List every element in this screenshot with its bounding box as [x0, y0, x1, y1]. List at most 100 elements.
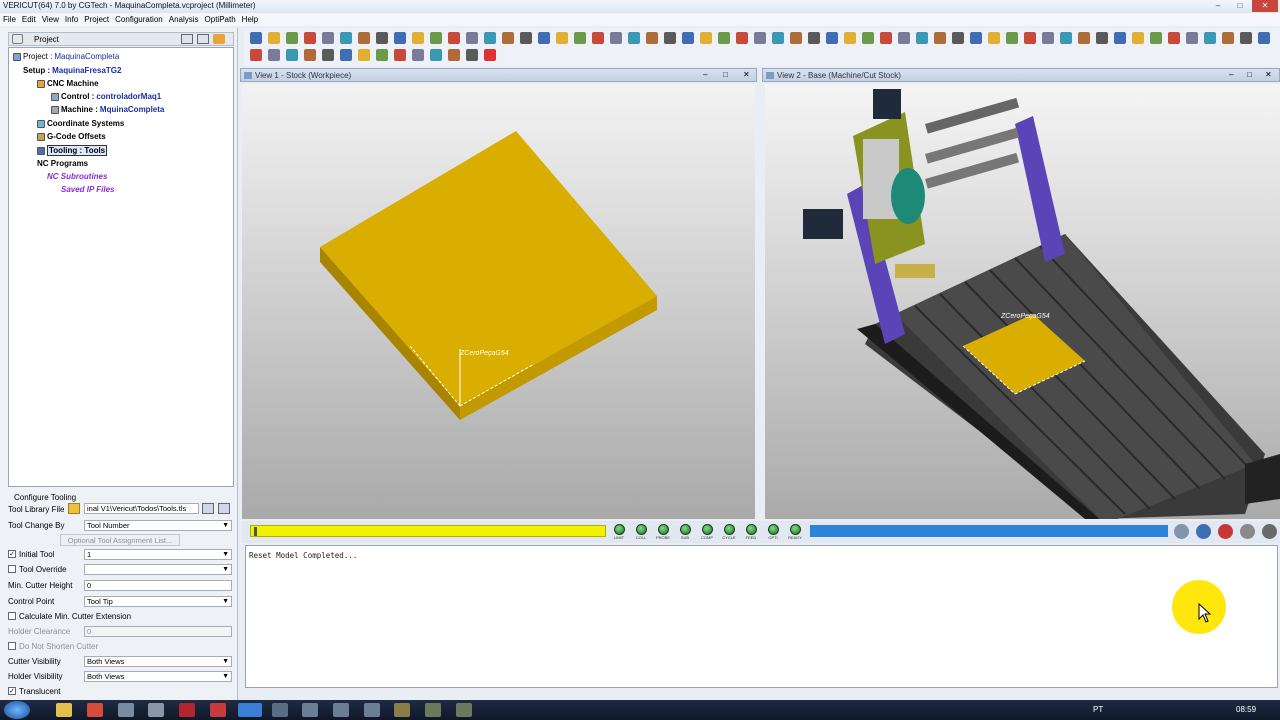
toolbar-button[interactable] — [916, 32, 928, 44]
app-taskbar-icon[interactable] — [118, 703, 134, 717]
toolbar-button[interactable] — [412, 32, 424, 44]
app-taskbar-icon[interactable] — [456, 703, 472, 717]
app-taskbar-icon[interactable] — [272, 703, 288, 717]
menu-info[interactable]: Info — [62, 13, 81, 26]
toolbar-button[interactable] — [268, 49, 280, 61]
progress-slider-handle[interactable] — [254, 527, 257, 536]
toolbar-button[interactable] — [250, 32, 262, 44]
step-icon[interactable] — [1196, 524, 1211, 539]
toolbar-button[interactable] — [1240, 32, 1252, 44]
toolbar-button[interactable] — [610, 32, 622, 44]
menu-help[interactable]: Help — [239, 13, 261, 26]
vericut-taskbar-icon[interactable] — [238, 703, 262, 717]
language-indicator[interactable]: PT — [1093, 705, 1103, 714]
view1-maximize-button[interactable]: □ — [723, 70, 728, 79]
toolbar-button[interactable] — [898, 32, 910, 44]
toolbar-button[interactable] — [952, 32, 964, 44]
toolbar-button[interactable] — [988, 32, 1000, 44]
view1-minimize-button[interactable]: – — [703, 70, 707, 79]
toolbar-button[interactable] — [880, 32, 892, 44]
toolbar-button[interactable] — [286, 32, 298, 44]
menu-optipath[interactable]: OptiPath — [202, 13, 239, 26]
toolbar-button[interactable] — [466, 32, 478, 44]
toolbar-button[interactable] — [430, 49, 442, 61]
toolbar-button[interactable] — [862, 32, 874, 44]
stop-icon[interactable] — [1218, 524, 1233, 539]
tree-item-setup[interactable]: Setup : MaquinaFresaTG2 — [23, 66, 121, 75]
app-taskbar-icon[interactable] — [148, 703, 164, 717]
play-to-icon[interactable] — [1240, 524, 1255, 539]
toolbar-button[interactable] — [394, 32, 406, 44]
app-taskbar-icon[interactable] — [302, 703, 318, 717]
toolbar-button[interactable] — [448, 49, 460, 61]
probe-indicator[interactable]: PROBE — [656, 524, 670, 540]
save-file-icon[interactable] — [202, 503, 214, 514]
toolbar-button[interactable] — [484, 32, 496, 44]
tree-item-nc-subroutines[interactable]: NC Subroutines — [47, 172, 107, 181]
toolbar-button[interactable] — [520, 32, 532, 44]
toolbar-button[interactable] — [1078, 32, 1090, 44]
tree-item-gcode-offsets[interactable]: G-Code Offsets — [37, 132, 106, 141]
rewind-icon[interactable] — [1174, 524, 1189, 539]
project-back-icon[interactable] — [12, 34, 23, 44]
menu-file[interactable]: File — [0, 13, 19, 26]
toolbar-button[interactable] — [1168, 32, 1180, 44]
tree-layout-icon[interactable] — [181, 34, 193, 44]
settings-icon[interactable] — [197, 34, 209, 44]
do-not-shorten-checkbox[interactable] — [8, 642, 16, 650]
toolbar-button[interactable] — [574, 32, 586, 44]
toolbar-button[interactable] — [322, 49, 334, 61]
app-taskbar-icon[interactable] — [333, 703, 349, 717]
toolbar-button[interactable] — [1186, 32, 1198, 44]
toolbar-button[interactable] — [430, 32, 442, 44]
toolbar-button[interactable] — [1024, 32, 1036, 44]
toolbar-button[interactable] — [394, 49, 406, 61]
toolbar-button[interactable] — [700, 32, 712, 44]
menu-configuration[interactable]: Configuration — [112, 13, 166, 26]
tool-change-by-select[interactable]: Tool Number ▼ — [84, 520, 232, 531]
tool-override-select[interactable]: ▼ — [84, 564, 232, 575]
toolbar-button[interactable] — [754, 32, 766, 44]
toolbar-button[interactable] — [970, 32, 982, 44]
toolbar-button[interactable] — [790, 32, 802, 44]
open-folder-icon[interactable] — [68, 503, 80, 514]
toolbar-button[interactable] — [1258, 32, 1270, 44]
app-taskbar-icon[interactable] — [425, 703, 441, 717]
toolbar-button[interactable] — [376, 49, 388, 61]
tree-item-saved-ip-files[interactable]: Saved IP Files — [61, 185, 115, 194]
menu-analysis[interactable]: Analysis — [166, 13, 202, 26]
toolbar-button[interactable] — [1150, 32, 1162, 44]
view2-maximize-button[interactable]: □ — [1247, 70, 1252, 79]
toolbar-button[interactable] — [322, 32, 334, 44]
calc-min-cutter-checkbox[interactable] — [8, 612, 16, 620]
toolbar-button[interactable] — [1222, 32, 1234, 44]
explorer-taskbar-icon[interactable] — [56, 703, 72, 717]
progress-yellow-bar[interactable] — [250, 525, 606, 537]
holder-visibility-select[interactable]: Both Views ▼ — [84, 671, 232, 682]
toolbar-button[interactable] — [934, 32, 946, 44]
toolbar-button[interactable] — [1042, 32, 1054, 44]
toolbar-button[interactable] — [268, 32, 280, 44]
toolbar-button[interactable] — [592, 32, 604, 44]
comp-indicator[interactable]: COMP — [700, 524, 714, 540]
start-button[interactable] — [4, 701, 30, 719]
view2-close-button[interactable]: ✕ — [1265, 70, 1272, 79]
view1-viewport[interactable]: ZCeroPeçaG54 — [242, 84, 755, 519]
browser-taskbar-icon[interactable] — [87, 703, 103, 717]
view2-viewport[interactable]: ZCeroPeçaG54 — [765, 84, 1280, 524]
optional-tool-assignment-button[interactable]: Optional Tool Assignment List... — [60, 534, 180, 546]
toolbar-button[interactable] — [844, 32, 856, 44]
toolbar-button[interactable] — [358, 32, 370, 44]
toolbar-button[interactable] — [1114, 32, 1126, 44]
pin-icon[interactable] — [213, 34, 225, 44]
app-taskbar-icon[interactable] — [364, 703, 380, 717]
tool-library-file-input[interactable]: inal V1\Vericut\Todos\Tools.tls — [84, 503, 199, 514]
browse-file-icon[interactable] — [218, 503, 230, 514]
toolbar-button[interactable] — [304, 32, 316, 44]
toolbar-button[interactable] — [340, 49, 352, 61]
tree-item-coordinate-systems[interactable]: Coordinate Systems — [37, 119, 124, 128]
toolbar-button[interactable] — [736, 32, 748, 44]
toolbar-button[interactable] — [628, 32, 640, 44]
app-taskbar-icon[interactable] — [210, 703, 226, 717]
tree-item-nc-programs[interactable]: NC Programs — [37, 159, 88, 168]
